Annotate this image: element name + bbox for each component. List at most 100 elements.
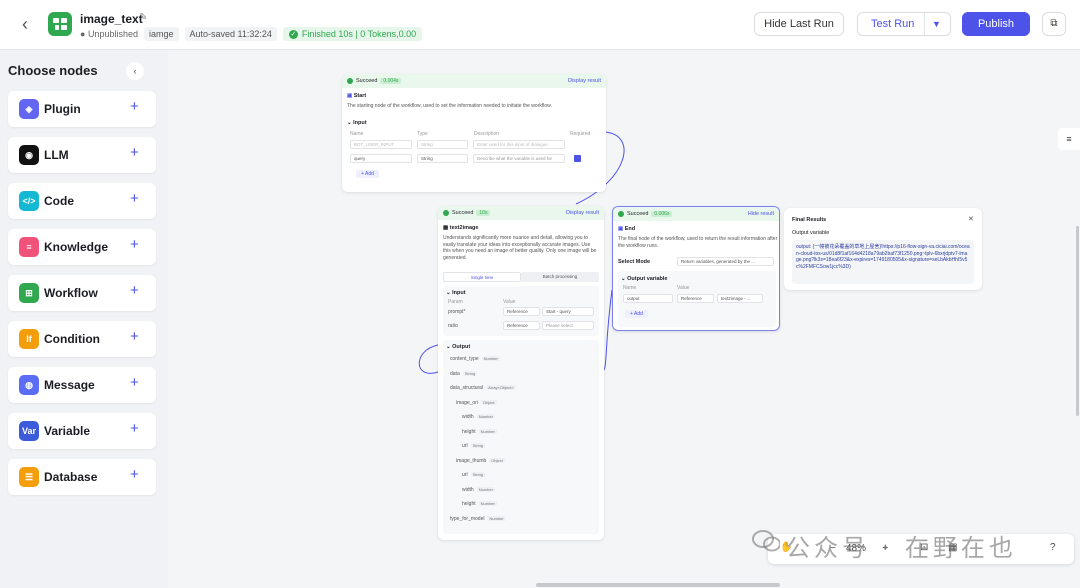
- add-node-icon[interactable]: +: [130, 236, 139, 253]
- col-name: Name: [623, 285, 637, 291]
- var-desc-field[interactable]: Describe what the variable is used for: [473, 154, 565, 163]
- mode-select[interactable]: Return variables, generated by the ...: [677, 257, 774, 266]
- workflow-icon: ⊞: [19, 283, 39, 303]
- reference-select[interactable]: Reference: [503, 321, 540, 330]
- status-text: Succeed: [627, 211, 649, 217]
- add-node-icon[interactable]: +: [130, 144, 139, 161]
- value-select[interactable]: text2image - ...: [717, 294, 763, 303]
- t2i-output-label: ⌄ Output: [446, 344, 471, 350]
- sidebar-item-label: Variable: [44, 424, 91, 438]
- add-node-icon[interactable]: +: [130, 98, 139, 115]
- output-field-type: Array<Object>: [486, 385, 516, 390]
- sidebar-item-message[interactable]: ◍ Message +: [8, 367, 156, 403]
- end-icon: ▣: [618, 226, 624, 232]
- add-node-icon[interactable]: +: [130, 190, 139, 207]
- add-output-button[interactable]: + Add: [625, 310, 648, 318]
- reference-select[interactable]: Reference: [503, 307, 540, 316]
- add-node-icon[interactable]: +: [130, 420, 139, 437]
- add-node-icon[interactable]: +: [130, 466, 139, 483]
- output-field-type: String: [470, 443, 486, 448]
- sidebar-item-label: LLM: [44, 148, 69, 162]
- output-field-row: width Number: [462, 486, 495, 493]
- sidebar-item-plugin[interactable]: ◈ Plugin +: [8, 91, 156, 127]
- layout-toggle-icon[interactable]: ≡: [1058, 128, 1080, 150]
- end-node-title: ▣ End: [618, 226, 636, 232]
- sidebar-item-llm[interactable]: ◉ LLM +: [8, 137, 156, 173]
- publish-button[interactable]: Publish: [962, 12, 1030, 36]
- sidebar-item-code[interactable]: </> Code +: [8, 183, 156, 219]
- edit-icon[interactable]: ✎: [139, 12, 147, 23]
- output-field-type: Number: [476, 486, 495, 492]
- sidebar-item-condition[interactable]: If Condition +: [8, 321, 156, 357]
- status-text: Succeed: [452, 210, 474, 216]
- horizontal-scrollbar[interactable]: [536, 583, 780, 587]
- start-input-label: ⌄ Input: [347, 120, 367, 126]
- end-node-card[interactable]: Succeed 0.006s Hide result ▣ End The fin…: [612, 206, 780, 331]
- node-sidebar: Choose nodes ‹ ◈ Plugin + ◉ LLM + </> Code + ≡ Kno…: [0, 50, 168, 588]
- workflow-app-icon: [48, 12, 72, 36]
- output-field-row: url String: [462, 443, 486, 449]
- add-node-icon[interactable]: +: [130, 374, 139, 391]
- t2i-input-label: ⌄ Input: [446, 290, 466, 296]
- start-node-title: ▣ Start: [347, 93, 367, 99]
- var-name-field[interactable]: BOT_USER_INPUT: [350, 140, 412, 149]
- final-results-title: Final Results: [792, 217, 827, 223]
- var-desc-field[interactable]: Enter used for this input of dialogue: [473, 140, 565, 149]
- wechat-icon: [752, 530, 780, 552]
- close-icon[interactable]: ✕: [968, 215, 974, 223]
- output-field-row: image_thumb Object: [456, 457, 505, 464]
- sidebar-item-workflow[interactable]: ⊞ Workflow +: [8, 275, 156, 311]
- var-type-field[interactable]: String: [417, 154, 468, 163]
- back-arrow-icon[interactable]: ‹: [14, 13, 36, 35]
- start-node-card[interactable]: Succeed 0.004s Display result ▣ Start Th…: [342, 74, 606, 192]
- param-prompt: prompt*: [448, 309, 466, 315]
- output-field-row: height Number: [462, 501, 497, 507]
- help-icon[interactable]: ?: [1050, 542, 1056, 553]
- col-type: Type: [417, 131, 428, 137]
- chevron-down-icon[interactable]: ▼: [932, 13, 941, 35]
- llm-icon: ◉: [19, 145, 39, 165]
- value-select[interactable]: Start - query: [542, 307, 594, 316]
- text2image-node-card[interactable]: Succeed 10s Display result ▩ text2image …: [438, 206, 604, 540]
- result-text[interactable]: output: {一幢被花朵覆盖的草地上屋舍}!https://p16-flow…: [796, 244, 970, 270]
- add-variable-button[interactable]: + Add: [356, 170, 379, 178]
- add-node-icon[interactable]: +: [130, 328, 139, 345]
- display-result-link[interactable]: Display result: [568, 78, 601, 84]
- output-field-type: Object: [489, 457, 505, 463]
- hide-last-run-button[interactable]: Hide Last Run: [754, 12, 844, 36]
- workflow-canvas[interactable]: Succeed 0.004s Display result ▣ Start Th…: [168, 50, 1080, 588]
- reference-select[interactable]: Reference: [677, 294, 714, 303]
- output-name-field[interactable]: output: [623, 294, 673, 303]
- hide-result-link[interactable]: Hide result: [748, 211, 774, 217]
- time-badge: 0.006s: [651, 211, 673, 217]
- value-select[interactable]: Please select: [542, 321, 594, 330]
- required-checkbox[interactable]: [574, 155, 581, 162]
- var-name-field[interactable]: query: [350, 154, 412, 163]
- var-type-field[interactable]: String: [417, 140, 468, 149]
- tab-batch-processing[interactable]: Batch processing: [521, 272, 599, 282]
- success-icon: [618, 211, 624, 217]
- output-field-type: String: [462, 370, 478, 376]
- copy-icon[interactable]: ⧉: [1042, 12, 1066, 36]
- output-field-type: Object: [480, 399, 497, 405]
- vertical-scrollbar[interactable]: [1076, 226, 1079, 416]
- test-run-button[interactable]: Test Run ▼: [857, 12, 951, 36]
- output-field-row: content_type Number: [450, 356, 500, 362]
- run-status-badge: ✓ Finished 10s | 0 Tokens,0.00: [282, 27, 423, 41]
- output-field-name: height: [462, 428, 476, 435]
- output-field-name: content_type: [450, 356, 479, 362]
- collapse-sidebar-icon[interactable]: ‹: [126, 62, 144, 80]
- sidebar-item-label: Knowledge: [44, 240, 109, 254]
- sidebar-item-variable[interactable]: Var Variable +: [8, 413, 156, 449]
- start-status-bar: Succeed 0.004s Display result: [342, 74, 606, 88]
- add-node-icon[interactable]: +: [130, 282, 139, 299]
- select-mode-label: Select Mode: [618, 259, 651, 265]
- display-result-link[interactable]: Display result: [566, 210, 599, 216]
- sidebar-item-database[interactable]: ☰ Database +: [8, 459, 156, 495]
- sidebar-item-knowledge[interactable]: ≡ Knowledge +: [8, 229, 156, 265]
- sidebar-item-label: Plugin: [44, 102, 81, 116]
- app-title: image_text: [80, 12, 143, 26]
- sidebar-item-label: Message: [44, 378, 95, 392]
- top-header: ‹ image_text ✎ ● Unpublished iamge Auto-…: [0, 0, 1080, 50]
- tab-single-time[interactable]: Single time: [443, 272, 521, 282]
